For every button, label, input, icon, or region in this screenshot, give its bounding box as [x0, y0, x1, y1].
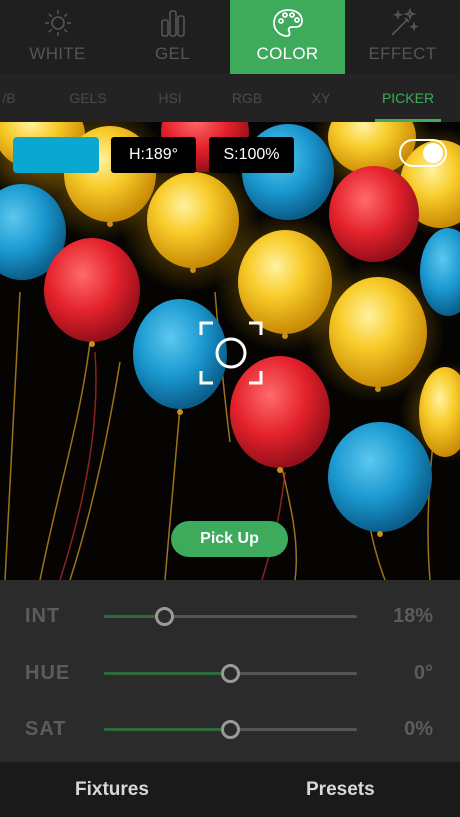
magic-wand-icon [386, 8, 420, 38]
sub-tab-cb[interactable]: /B [0, 74, 24, 122]
tab-color-label: COLOR [256, 44, 319, 63]
saturation-slider-row: SAT 0% [0, 709, 460, 749]
sub-tab-gels[interactable]: GELS [60, 74, 116, 122]
hue-slider-thumb[interactable] [221, 664, 240, 683]
saturation-slider-fill [104, 728, 231, 731]
tab-white-label: WHITE [29, 44, 86, 63]
intensity-slider-row: INT 18% [0, 596, 460, 636]
hue-slider-row: HUE 0° [0, 653, 460, 693]
picker-toggle[interactable] [399, 139, 447, 167]
hue-slider[interactable] [104, 664, 357, 683]
mode-tab-bar: WHITE GEL COLOR EFFECT [0, 0, 460, 74]
hue-value: 0° [413, 662, 433, 684]
sub-tab-picker[interactable]: PICKER [375, 74, 441, 122]
sub-tab-bar: /B GELS HSI RGB XY PICKER [0, 74, 460, 122]
tab-effect-label: EFFECT [368, 44, 437, 63]
fixtures-button[interactable]: Fixtures [75, 762, 149, 817]
saturation-slider-thumb[interactable] [221, 720, 240, 739]
toggle-knob [423, 143, 443, 163]
tab-effect[interactable]: EFFECT [345, 0, 460, 74]
saturation-label: SAT [25, 718, 67, 740]
bottom-nav: Fixtures Presets [0, 762, 460, 817]
tab-color[interactable]: COLOR [230, 0, 345, 74]
presets-button[interactable]: Presets [306, 762, 375, 817]
slider-panel: INT 18% HUE 0° SAT 0% [0, 580, 460, 762]
picked-color-swatch [13, 137, 99, 173]
saturation-value: 0% [404, 718, 433, 740]
intensity-value: 18% [392, 605, 433, 627]
tab-gel[interactable]: GEL [115, 0, 230, 74]
gel-bars-icon [156, 8, 190, 38]
intensity-slider[interactable] [104, 607, 357, 626]
pick-up-button[interactable]: Pick Up [171, 521, 288, 557]
saturation-readout: S:100% [209, 137, 294, 173]
tab-gel-label: GEL [155, 44, 190, 63]
sun-icon [41, 8, 75, 38]
saturation-slider[interactable] [104, 720, 357, 739]
sub-tab-hsi[interactable]: HSI [145, 74, 195, 122]
hue-label: HUE [25, 662, 71, 684]
picker-reticle-icon[interactable] [199, 321, 263, 385]
hue-slider-fill [104, 672, 231, 675]
intensity-slider-thumb[interactable] [155, 607, 174, 626]
palette-icon [271, 8, 305, 38]
hue-readout: H:189° [111, 137, 196, 173]
tab-white[interactable]: WHITE [0, 0, 115, 74]
intensity-label: INT [25, 605, 61, 627]
sub-tab-xy[interactable]: XY [298, 74, 344, 122]
sub-tab-rgb[interactable]: RGB [222, 74, 272, 122]
